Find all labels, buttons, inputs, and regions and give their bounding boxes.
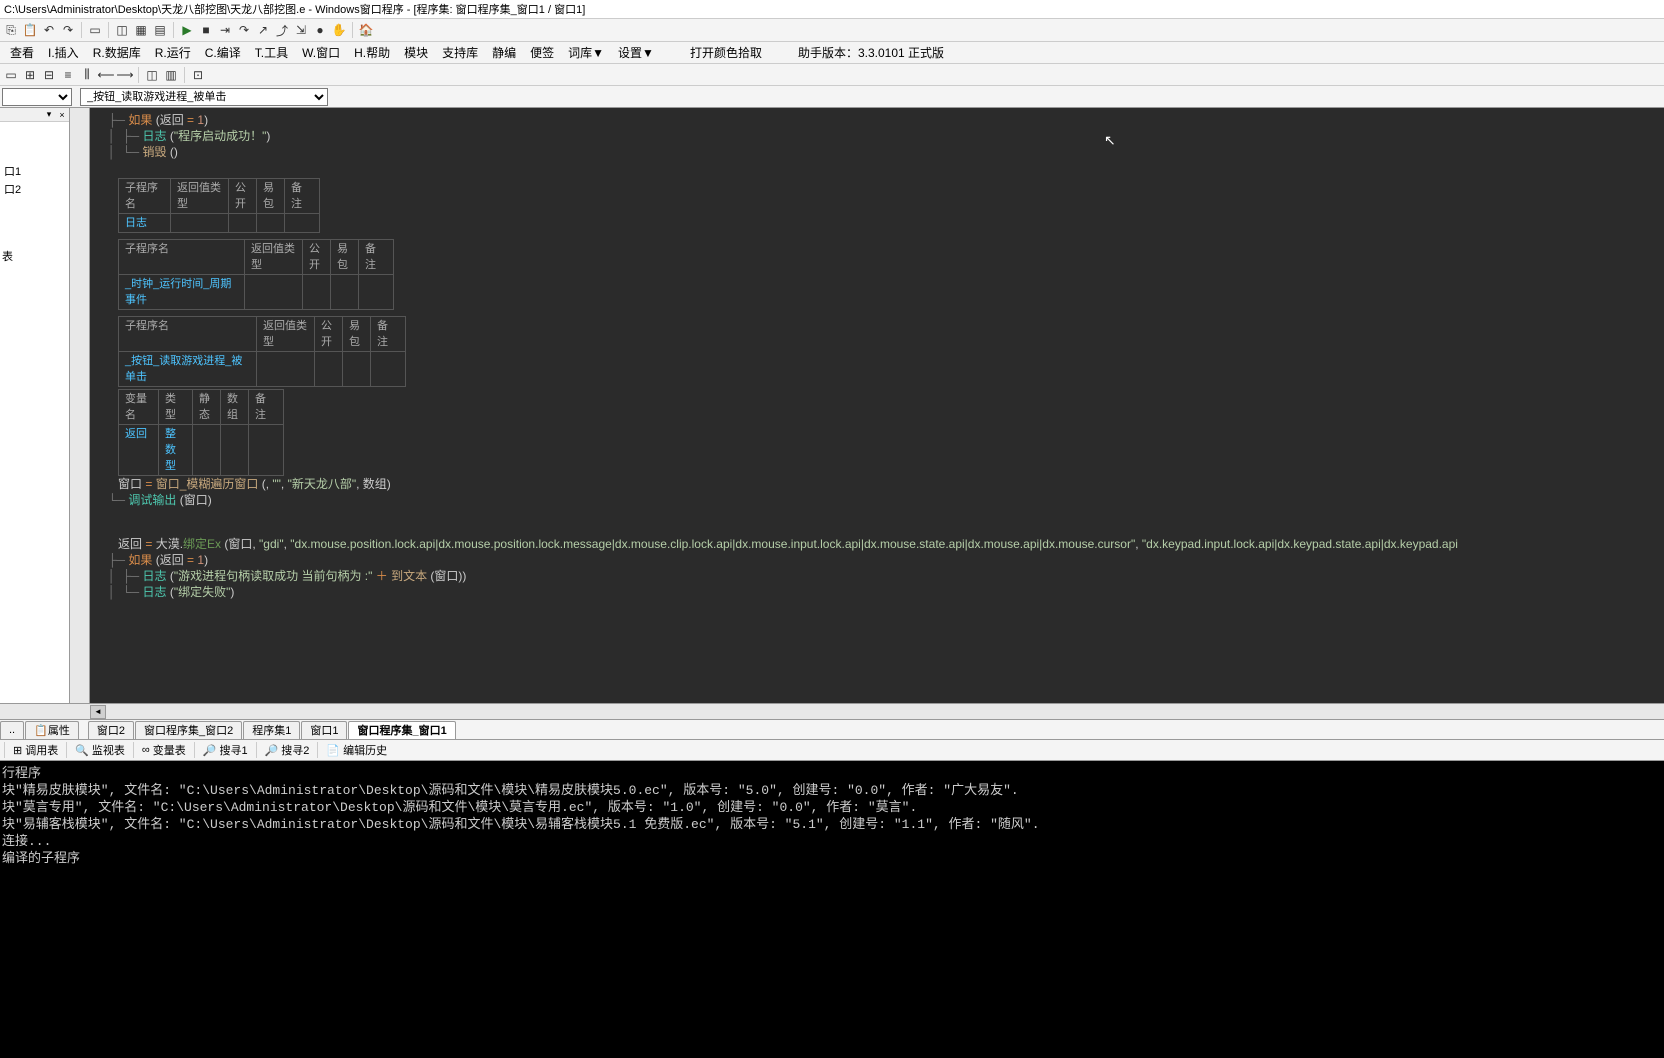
code-editor[interactable]: ↖ ↓ ├─ 如果 (返回 = 1) │ ├─ 日志 ("程序启动成功！") │…: [90, 108, 1664, 703]
bt-calltable[interactable]: ⊞调用表: [7, 742, 64, 758]
editor-gutter: [70, 108, 90, 703]
editor-hscroll[interactable]: ◄: [0, 703, 1664, 719]
stop-icon[interactable]: ■: [197, 21, 215, 39]
title-bar: C:\Users\Administrator\Desktop\天龙八部挖图\天龙…: [0, 0, 1664, 18]
copy-icon[interactable]: ⎘: [2, 21, 20, 39]
menu-window[interactable]: W.窗口: [296, 42, 346, 63]
bottom-toolbar: ⊞调用表 🔍监视表 ∞变量表 🔎搜寻1 🔎搜寻2 📄编辑历史: [0, 739, 1664, 761]
sidebar-header: ▾ ×: [0, 108, 69, 122]
toolbar-main: ⎘ 📋 ↶ ↷ ▭ ◫ ▦ ▤ ▶ ■ ⇥ ↷ ↗ ⤴ ⇲ ● ✋ 🏠: [0, 18, 1664, 42]
sidebar: ▾ × 口1 口2 表: [0, 108, 70, 703]
step4-icon[interactable]: ⤴: [273, 21, 291, 39]
hand-icon[interactable]: ✋: [330, 21, 348, 39]
combo-row: _按钮_读取游戏进程_被单击: [0, 86, 1664, 108]
menu-settings[interactable]: 设置▼: [612, 42, 660, 63]
menu-colorpick[interactable]: 打开颜色拾取: [684, 42, 768, 63]
tool2-1-icon[interactable]: ▭: [2, 66, 20, 84]
undo-icon[interactable]: ↶: [40, 21, 58, 39]
version-label: 助手版本：3.3.0101 正式版: [792, 42, 950, 63]
menu-database[interactable]: R.数据库: [87, 42, 147, 63]
layout3-icon[interactable]: ▤: [151, 21, 169, 39]
window-icon[interactable]: ▭: [86, 21, 104, 39]
var-icon: ∞: [142, 744, 150, 756]
tool2-7-icon[interactable]: ⟶: [116, 66, 134, 84]
menu-view[interactable]: 查看: [4, 42, 40, 63]
bt-search2[interactable]: 🔎搜寻2: [259, 742, 316, 758]
menu-tools[interactable]: T.工具: [249, 42, 294, 63]
layout1-icon[interactable]: ◫: [113, 21, 131, 39]
menu-module[interactable]: 模块: [398, 42, 434, 63]
sidebar-label: 表: [2, 248, 13, 264]
combo-proc[interactable]: _按钮_读取游戏进程_被单击: [80, 88, 328, 106]
tool2-3-icon[interactable]: ⊟: [40, 66, 58, 84]
tree-item-2[interactable]: 口2: [2, 180, 67, 198]
menu-help[interactable]: H.帮助: [348, 42, 396, 63]
menu-static[interactable]: 静编: [486, 42, 522, 63]
title-text: C:\Users\Administrator\Desktop\天龙八部挖图\天龙…: [4, 1, 585, 17]
toolbar-secondary: ▭ ⊞ ⊟ ≡ ⫼ ⟵ ⟶ ◫ ▥ ⊡: [0, 64, 1664, 86]
menu-note[interactable]: 便签: [524, 42, 560, 63]
home-icon[interactable]: 🏠: [357, 21, 375, 39]
tool2-9-icon[interactable]: ▥: [162, 66, 180, 84]
search-icon: 🔍: [75, 744, 89, 757]
main-area: ▾ × 口1 口2 表 ↖ ↓ ├─ 如果 (返回 = 1) │ ├─ 日志 (…: [0, 108, 1664, 703]
menu-compile[interactable]: C.编译: [199, 42, 247, 63]
tree-item-1[interactable]: 口1: [2, 162, 67, 180]
menu-diction[interactable]: 词库▼: [562, 42, 610, 63]
tool2-2-icon[interactable]: ⊞: [21, 66, 39, 84]
layout2-icon[interactable]: ▦: [132, 21, 150, 39]
paste-icon[interactable]: 📋: [21, 21, 39, 39]
tool2-4-icon[interactable]: ≡: [59, 66, 77, 84]
step-icon[interactable]: ⇥: [216, 21, 234, 39]
find2-icon: 🔎: [265, 744, 279, 757]
lefttab-props[interactable]: 📋 属性: [25, 721, 79, 739]
bt-history[interactable]: 📄编辑历史: [320, 742, 393, 758]
output-console[interactable]: 行程序 块"精易皮肤模块", 文件名: "C:\Users\Administra…: [0, 761, 1664, 1058]
menu-run[interactable]: R.运行: [149, 42, 197, 63]
tab-window2[interactable]: 窗口2: [88, 721, 134, 739]
lefttab-1[interactable]: ..: [0, 721, 24, 739]
history-icon: 📄: [326, 744, 340, 757]
tab-window1[interactable]: 窗口1: [301, 721, 347, 739]
menu-insert[interactable]: I.插入: [42, 42, 85, 63]
step-over-icon[interactable]: ↷: [235, 21, 253, 39]
find-icon: 🔎: [203, 744, 217, 757]
tab-procset1[interactable]: 程序集1: [243, 721, 300, 739]
tool2-6-icon[interactable]: ⟵: [97, 66, 115, 84]
mouse-cursor-icon: ↖: [1104, 132, 1116, 148]
breakpoint-icon[interactable]: ●: [311, 21, 329, 39]
bottom-tabs: .. 📋 属性 窗口2 窗口程序集_窗口2 程序集1 窗口1 窗口程序集_窗口1: [0, 719, 1664, 739]
bt-search1[interactable]: 🔎搜寻1: [197, 742, 254, 758]
tab-procset-win1[interactable]: 窗口程序集_窗口1: [348, 721, 455, 739]
sidebar-close-icon[interactable]: ×: [56, 109, 68, 121]
step5-icon[interactable]: ⇲: [292, 21, 310, 39]
redo-icon[interactable]: ↷: [59, 21, 77, 39]
menu-bar: 查看 I.插入 R.数据库 R.运行 C.编译 T.工具 W.窗口 H.帮助 模…: [0, 42, 1664, 64]
step-out-icon[interactable]: ↗: [254, 21, 272, 39]
bt-watchtable[interactable]: 🔍监视表: [69, 742, 131, 758]
menu-support[interactable]: 支持库: [436, 42, 484, 63]
bt-vartable[interactable]: ∞变量表: [136, 742, 192, 758]
tool2-8-icon[interactable]: ◫: [143, 66, 161, 84]
tab-procset2[interactable]: 窗口程序集_窗口2: [135, 721, 242, 739]
sidebar-tree: 口1 口2: [0, 122, 69, 703]
scroll-left-icon[interactable]: ◄: [90, 705, 106, 719]
tool2-10-icon[interactable]: ⊡: [189, 66, 207, 84]
combo-scope[interactable]: [2, 88, 72, 106]
grid-icon: ⊞: [13, 744, 22, 757]
tool2-5-icon[interactable]: ⫼: [78, 66, 96, 84]
run-icon[interactable]: ▶: [178, 21, 196, 39]
sidebar-pin-icon[interactable]: ▾: [43, 109, 55, 121]
